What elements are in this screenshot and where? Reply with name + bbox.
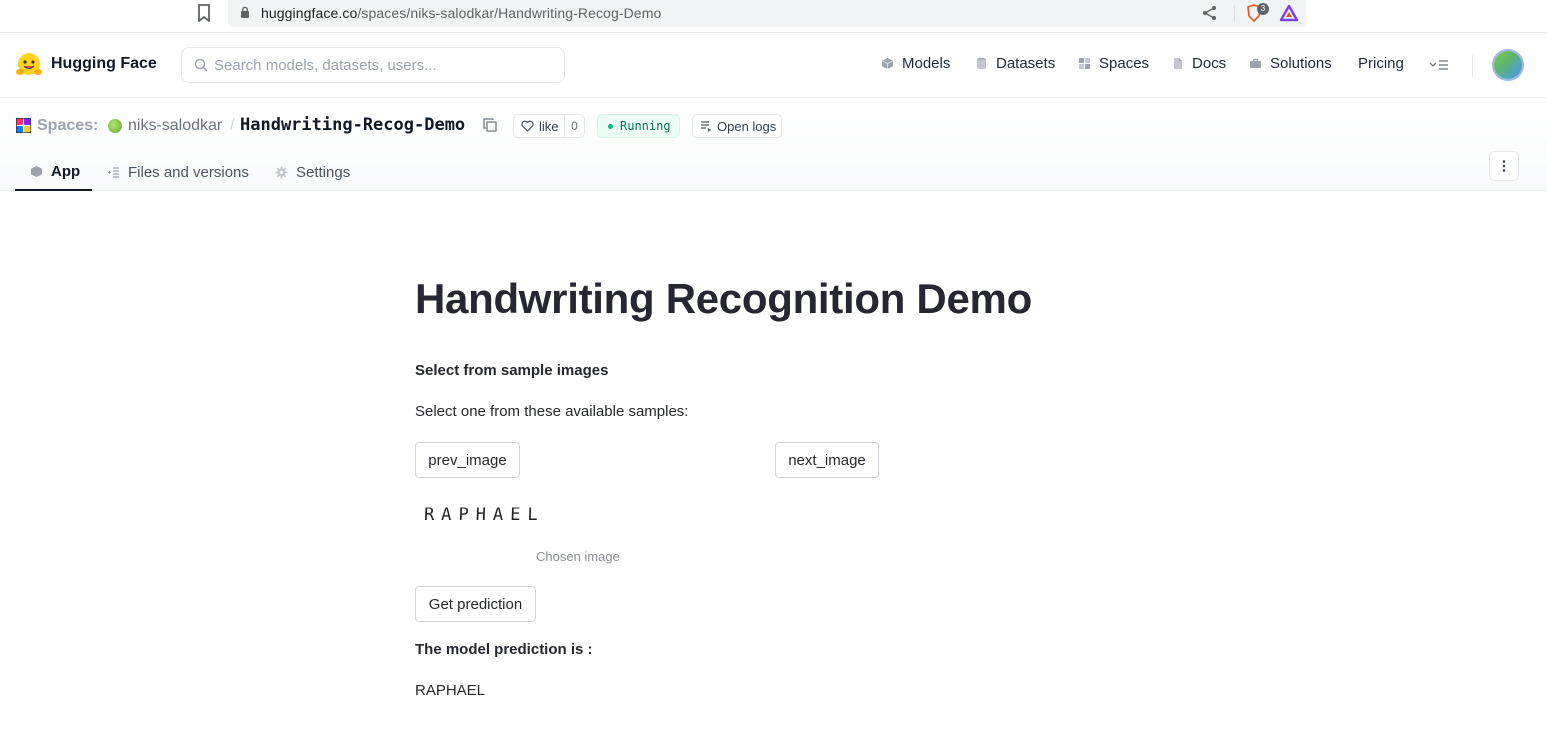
- status-text: Running: [620, 119, 671, 133]
- url-path: /spaces/niks-salodkar/Handwriting-Recog-…: [357, 5, 662, 21]
- nav-docs[interactable]: Docs: [1171, 55, 1226, 72]
- tab-files-label: Files and versions: [128, 163, 249, 181]
- like-label: like: [539, 118, 559, 134]
- nav-datasets[interactable]: Datasets: [975, 55, 1055, 72]
- prev-image-button[interactable]: prev_image: [415, 442, 520, 478]
- nav-pricing-label: Pricing: [1358, 55, 1404, 72]
- bookmark-icon[interactable]: [197, 4, 211, 22]
- brand-name[interactable]: Hugging Face: [51, 55, 157, 73]
- sample-handwriting-image: RAPHAEL: [415, 498, 655, 536]
- next-image-button[interactable]: next_image: [775, 442, 879, 478]
- hf-navbar: Hugging Face Models Datasets Spaces Docs…: [0, 33, 1547, 98]
- nav-solutions-label: Solutions: [1270, 55, 1332, 72]
- nav-datasets-label: Datasets: [996, 55, 1056, 72]
- toolbar-separator: [1234, 5, 1235, 21]
- browser-toolbar: huggingface.co/spaces/niks-salodkar/Hand…: [0, 0, 1547, 33]
- shield-count-badge: 3: [1257, 3, 1269, 15]
- app-title: Handwriting Recognition Demo: [415, 275, 1032, 322]
- share-icon[interactable]: [1202, 5, 1217, 21]
- gear-icon: [275, 166, 288, 178]
- prediction-label: The model prediction is :: [415, 641, 593, 658]
- copy-icon[interactable]: [483, 118, 497, 132]
- address-bar[interactable]: huggingface.co/spaces/niks-salodkar/Hand…: [228, 0, 1306, 27]
- select-hint: Select one from these available samples:: [415, 403, 689, 420]
- user-avatar[interactable]: [1494, 51, 1522, 79]
- hugging-face-logo-icon[interactable]: [15, 52, 43, 78]
- open-logs-button[interactable]: Open logs: [692, 114, 782, 138]
- tab-settings[interactable]: Settings: [275, 153, 350, 191]
- search-input[interactable]: [214, 48, 554, 82]
- url-host: huggingface.co: [261, 5, 358, 21]
- status-badge: Running: [597, 114, 680, 138]
- spaces-logo-icon: [16, 118, 31, 133]
- more-menu-icon[interactable]: [1429, 57, 1449, 73]
- briefcase-icon: [1250, 58, 1261, 68]
- image-caption: Chosen image: [536, 549, 620, 564]
- cube-icon: [881, 58, 894, 69]
- tab-settings-label: Settings: [296, 163, 351, 181]
- tab-app[interactable]: App: [15, 153, 92, 191]
- nav-docs-label: Docs: [1192, 55, 1227, 72]
- nav-models-label: Models: [902, 55, 951, 72]
- grid-icon: [1079, 58, 1090, 69]
- breadcrumb-separator: /: [230, 117, 235, 134]
- nav-divider: [1472, 55, 1473, 77]
- space-name[interactable]: Handwriting-Recog-Demo: [240, 115, 465, 135]
- nav-spaces-label: Spaces: [1099, 55, 1150, 72]
- brave-rewards-icon[interactable]: [1279, 4, 1299, 22]
- space-header: Spaces: niks-salodkar / Handwriting-Reco…: [0, 98, 1547, 191]
- spaces-breadcrumb[interactable]: Spaces:: [37, 117, 98, 135]
- tab-files[interactable]: Files and versions: [107, 153, 249, 191]
- url-text[interactable]: huggingface.co/spaces/niks-salodkar/Hand…: [261, 5, 661, 21]
- logs-icon: [701, 121, 711, 132]
- owner-avatar: [108, 119, 122, 133]
- get-prediction-button[interactable]: Get prediction: [415, 586, 536, 622]
- heart-icon: [521, 120, 534, 132]
- status-dot-icon: [608, 123, 613, 129]
- select-heading: Select from sample images: [415, 362, 609, 379]
- owner-link[interactable]: niks-salodkar: [128, 117, 222, 135]
- nav-solutions[interactable]: Solutions: [1249, 55, 1332, 72]
- like-button[interactable]: like 0: [513, 114, 585, 138]
- files-icon: [108, 166, 119, 178]
- like-count: 0: [564, 115, 584, 137]
- doc-icon: [1174, 58, 1182, 69]
- nav-spaces[interactable]: Spaces: [1078, 55, 1149, 72]
- space-options-button[interactable]: [1489, 151, 1519, 181]
- open-logs-label: Open logs: [717, 118, 777, 134]
- nav-pricing[interactable]: Pricing: [1358, 55, 1404, 72]
- vertical-dots-icon: [1502, 160, 1506, 172]
- nav-models[interactable]: Models: [881, 55, 950, 72]
- tab-app-label: App: [51, 162, 81, 180]
- lock-icon: [241, 6, 249, 18]
- prediction-value: RAPHAEL: [415, 682, 486, 699]
- database-icon: [977, 57, 986, 70]
- search-box[interactable]: [181, 47, 565, 83]
- cube-icon: [31, 165, 42, 177]
- search-icon: [194, 58, 208, 72]
- handwritten-word: RAPHAEL: [423, 504, 546, 526]
